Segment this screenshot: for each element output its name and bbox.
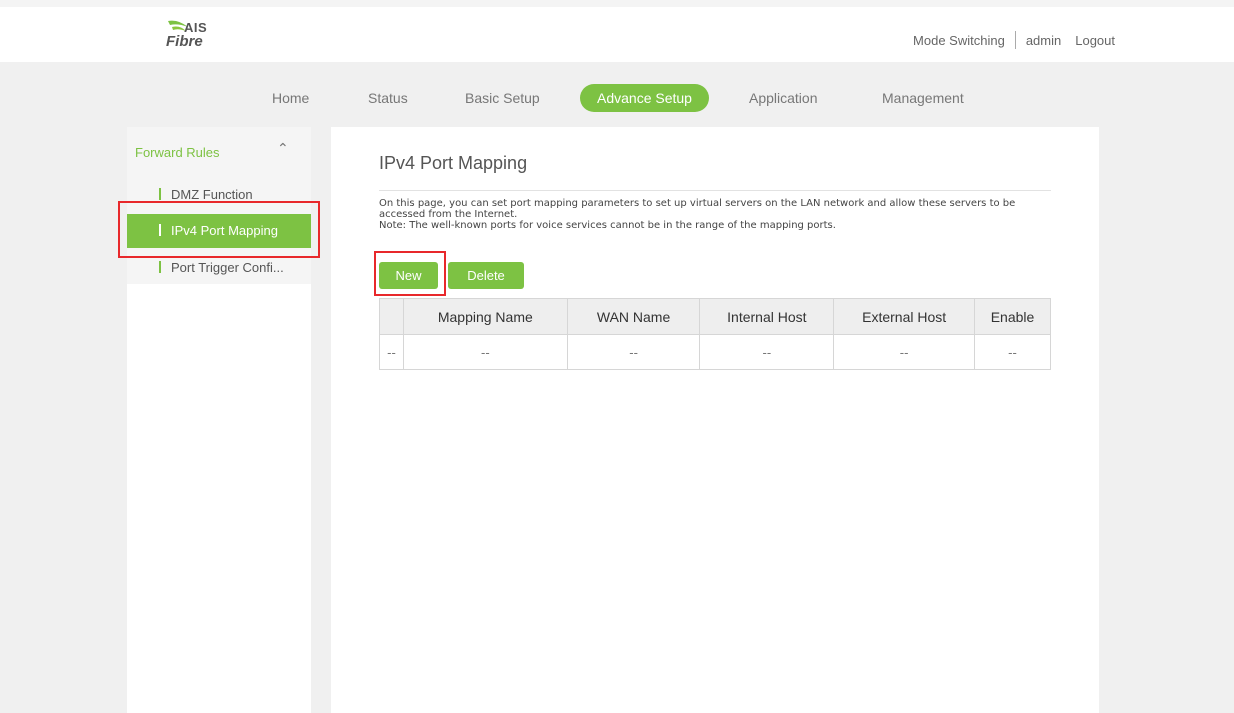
sidebar-item-label: DMZ Function <box>171 187 253 202</box>
table-cell: -- <box>699 334 835 370</box>
chevron-up-icon[interactable]: ⌃ <box>277 140 289 157</box>
ais-fibre-logo[interactable]: AIS Fibre <box>166 16 236 56</box>
mode-switching-link[interactable]: Mode Switching <box>913 33 1005 48</box>
main-nav: Home Status Basic Setup Advance Setup Ap… <box>0 84 1234 112</box>
nav-advance-setup[interactable]: Advance Setup <box>580 84 709 112</box>
highlight-box-sidebar <box>118 201 320 258</box>
table-header-row: Mapping Name WAN Name Internal Host Exte… <box>379 298 1051 335</box>
description-note: Note: The well-known ports for voice ser… <box>379 220 836 231</box>
nav-basic-setup[interactable]: Basic Setup <box>465 84 540 112</box>
table-cell: -- <box>833 334 976 370</box>
sidebar-item-port-trigger[interactable]: Port Trigger Confi... <box>127 260 311 275</box>
user-link[interactable]: admin <box>1026 33 1061 48</box>
divider <box>1014 31 1016 49</box>
table-row: -- -- -- -- -- -- <box>379 334 1051 370</box>
port-mapping-table: Mapping Name WAN Name Internal Host Exte… <box>379 298 1051 370</box>
delete-button[interactable]: Delete <box>448 262 524 289</box>
logout-link[interactable]: Logout <box>1075 33 1115 48</box>
highlight-box-new-button <box>374 251 446 296</box>
nav-status[interactable]: Status <box>368 84 408 112</box>
column-header-internal-host: Internal Host <box>699 298 835 335</box>
header: AIS Fibre Mode Switching admin Logout <box>0 0 1234 62</box>
column-header-enable: Enable <box>974 298 1051 335</box>
description-line: On this page, you can set port mapping p… <box>379 198 1016 209</box>
page-title: IPv4 Port Mapping <box>379 153 528 173</box>
title-divider <box>379 190 1051 191</box>
item-bar-icon <box>159 188 161 200</box>
table-cell: -- <box>974 334 1051 370</box>
page-description: On this page, you can set port mapping p… <box>379 198 1059 231</box>
logo-fibre-text: Fibre <box>166 33 203 50</box>
nav-application[interactable]: Application <box>749 84 818 112</box>
column-header-wan-name: WAN Name <box>566 298 701 335</box>
top-right-links: Mode Switching admin Logout <box>913 31 1115 49</box>
column-header-external-host: External Host <box>833 298 976 335</box>
nav-home[interactable]: Home <box>272 84 309 112</box>
sidebar-item-label: Port Trigger Confi... <box>171 260 284 275</box>
table-cell: -- <box>566 334 701 370</box>
item-bar-icon <box>159 261 161 273</box>
select-column-header <box>379 298 404 335</box>
sidebar-group-forward-rules[interactable]: Forward Rules <box>135 145 295 160</box>
table-cell: -- <box>379 334 404 370</box>
description-line: accessed from the Internet. <box>379 209 518 220</box>
sidebar-item-dmz-function[interactable]: DMZ Function <box>127 187 311 202</box>
main-content: IPv4 Port Mapping On this page, you can … <box>331 127 1099 713</box>
column-header-mapping-name: Mapping Name <box>402 298 568 335</box>
nav-management[interactable]: Management <box>882 84 964 112</box>
table-cell: -- <box>402 334 568 370</box>
